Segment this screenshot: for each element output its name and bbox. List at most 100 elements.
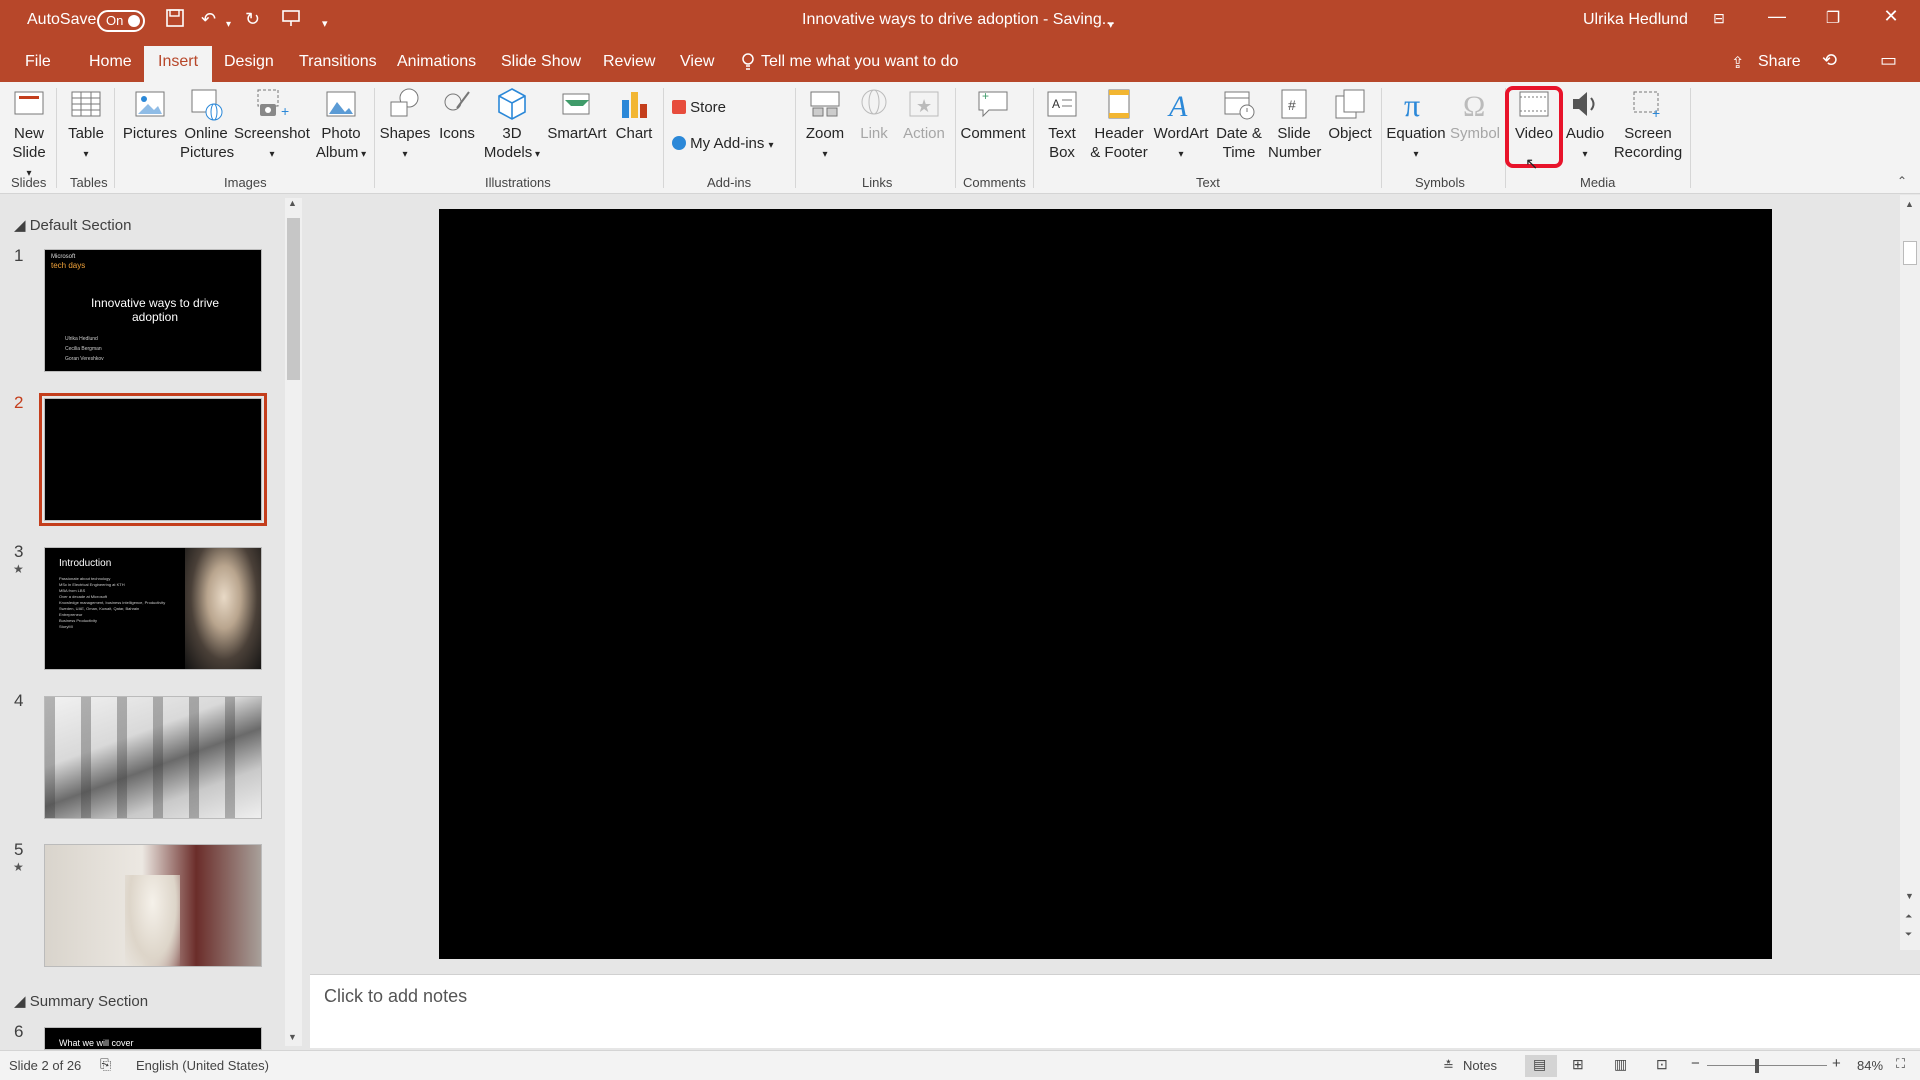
zoom-level[interactable]: 84% (1857, 1058, 1883, 1073)
current-slide[interactable] (439, 209, 1772, 959)
tab-home[interactable]: Home (89, 53, 132, 71)
close-icon[interactable]: ✕ (1871, 6, 1911, 27)
slide-sorter-icon[interactable]: ⊞ (1572, 1056, 1584, 1073)
section-header-summary[interactable]: ◢ Summary Section (14, 992, 148, 1010)
slide-number-button[interactable]: # Slide Number (1268, 86, 1321, 162)
scrollbar-thumb[interactable] (287, 218, 300, 380)
zoom-slider-thumb[interactable] (1755, 1059, 1759, 1073)
share-button[interactable]: Share (1758, 53, 1801, 71)
notes-toggle-icon[interactable]: ≛ (1443, 1058, 1454, 1074)
slide-thumbnail-3[interactable]: Introduction Passionate about technology… (44, 547, 262, 670)
title-dropdown-icon[interactable]: ▾ (1108, 14, 1114, 36)
store-button[interactable]: Store (672, 99, 726, 116)
scroll-up-icon[interactable]: ▲ (1905, 199, 1914, 209)
slideshow-view-icon[interactable]: ⊡ (1656, 1056, 1668, 1073)
zoom-in-icon[interactable]: + (1832, 1055, 1841, 1072)
scroll-down-icon[interactable]: ▼ (288, 1032, 297, 1042)
symbol-button[interactable]: Ω Symbol (1448, 86, 1502, 143)
zoom-slider[interactable] (1707, 1065, 1827, 1066)
redo-icon[interactable]: ↻ (245, 8, 260, 30)
tab-file[interactable]: File (25, 53, 51, 71)
previous-slide-icon[interactable]: ⏶ (1905, 911, 1912, 922)
autosave-toggle[interactable]: On (97, 10, 145, 32)
object-button[interactable]: Object (1322, 86, 1378, 143)
date-time-button[interactable]: Date & Time (1212, 86, 1266, 162)
scrollbar-thumb[interactable] (1903, 241, 1917, 265)
history-icon[interactable]: ⟲ (1822, 50, 1837, 71)
photo-album-button[interactable]: Photo Album ▾ (312, 86, 370, 164)
group-text-label: Text (1196, 175, 1220, 190)
tab-design[interactable]: Design (224, 53, 274, 71)
symbol-label: Symbol (1449, 125, 1501, 142)
header-footer-label: Header & Footer (1090, 125, 1148, 161)
notes-pane[interactable]: Click to add notes (310, 974, 1920, 1048)
zoom-button[interactable]: Zoom ▾ (800, 86, 850, 164)
user-name[interactable]: Ulrika Hedlund (1583, 11, 1688, 29)
language[interactable]: English (United States) (136, 1058, 269, 1073)
screen-recording-button[interactable]: + Screen Recording (1612, 86, 1684, 162)
slide-thumbnail-6[interactable]: What we will cover (44, 1027, 262, 1050)
pictures-button[interactable]: Pictures (122, 86, 178, 143)
spellcheck-icon[interactable]: ⎘ (100, 1056, 111, 1073)
share-icon[interactable]: ⇪ (1731, 53, 1744, 73)
online-pictures-button[interactable]: Online Pictures (180, 86, 234, 162)
svg-text:+: + (982, 89, 989, 103)
comment-button[interactable]: + Comment (958, 86, 1028, 143)
section-header-default[interactable]: ◢ Default Section (14, 216, 131, 234)
smartart-button[interactable]: SmartArt (544, 86, 610, 143)
scroll-up-icon[interactable]: ▲ (288, 198, 297, 208)
link-button[interactable]: Link (852, 86, 896, 143)
thumbnail-scrollbar[interactable]: ▲ ▼ (285, 198, 302, 1046)
comments-icon[interactable]: ▭ (1880, 50, 1897, 71)
fit-to-window-icon[interactable]: ⛶ (1896, 1056, 1905, 1072)
present-icon[interactable] (281, 8, 301, 33)
ribbon-display-options-icon[interactable]: ⊟ (1699, 10, 1739, 27)
slide-thumbnail-5[interactable] (44, 844, 262, 967)
collapse-ribbon-icon[interactable]: ⌃ (1897, 174, 1907, 188)
date-time-icon (1224, 91, 1255, 120)
symbol-icon: Ω (1463, 90, 1485, 122)
restore-icon[interactable]: ❐ (1813, 8, 1853, 28)
slide-thumbnail-1[interactable]: Microsoft tech days Innovative ways to d… (44, 249, 262, 372)
undo-dropdown-icon[interactable]: ▾ (226, 14, 231, 36)
slide-thumbnail-4[interactable] (44, 696, 262, 819)
save-icon[interactable] (165, 8, 185, 33)
text-box-button[interactable]: A Text Box (1040, 86, 1084, 162)
slide-thumbnail-2[interactable] (39, 393, 267, 526)
minimize-icon[interactable]: — (1757, 6, 1797, 27)
reading-view-icon[interactable]: ▥ (1614, 1056, 1627, 1073)
undo-icon[interactable]: ↶ (201, 8, 216, 30)
table-button[interactable]: Table ▾ (64, 86, 108, 164)
equation-button[interactable]: π Equation ▾ (1384, 86, 1448, 164)
svg-text:#: # (1288, 97, 1296, 113)
tab-insert[interactable]: Insert (144, 46, 213, 82)
tab-transitions[interactable]: Transitions (299, 53, 377, 71)
new-slide-button[interactable]: New Slide ▾ (6, 86, 52, 183)
icons-label: Icons (439, 125, 475, 142)
icons-button[interactable]: Icons (434, 86, 480, 143)
zoom-out-icon[interactable]: − (1691, 1055, 1700, 1072)
tab-view[interactable]: View (680, 53, 714, 71)
screenshot-button[interactable]: + Screenshot ▾ (234, 86, 310, 164)
3d-models-icon (498, 88, 526, 120)
slide-scrollbar[interactable]: ▲ ▼ ⏶ ⏷ (1900, 195, 1920, 950)
wordart-button[interactable]: A WordArt ▾ (1152, 86, 1210, 164)
tell-me-input[interactable]: Tell me what you want to do (761, 53, 958, 71)
section-summary-label: Summary Section (29, 993, 149, 1010)
header-footer-button[interactable]: Header & Footer (1086, 86, 1152, 162)
audio-button[interactable]: Audio ▾ (1560, 86, 1610, 164)
next-slide-icon[interactable]: ⏷ (1905, 929, 1912, 940)
notes-button[interactable]: Notes (1463, 1058, 1497, 1073)
svg-text:π: π (1404, 87, 1420, 122)
customize-qat-icon[interactable]: ▾ (322, 13, 328, 35)
tab-animations[interactable]: Animations (397, 53, 476, 71)
tab-review[interactable]: Review (603, 53, 655, 71)
my-addins-button[interactable]: My Add-ins ▾ (672, 135, 774, 152)
3d-models-button[interactable]: 3D Models ▾ (480, 86, 544, 164)
tab-slide-show[interactable]: Slide Show (501, 53, 581, 71)
action-button[interactable]: ★ Action (898, 86, 950, 143)
shapes-button[interactable]: Shapes ▾ (378, 86, 432, 164)
chart-button[interactable]: Chart (612, 86, 656, 143)
scroll-down-icon[interactable]: ▼ (1905, 891, 1914, 901)
status-bar: Slide 2 of 26 ⎘ English (United States) … (0, 1050, 1920, 1080)
